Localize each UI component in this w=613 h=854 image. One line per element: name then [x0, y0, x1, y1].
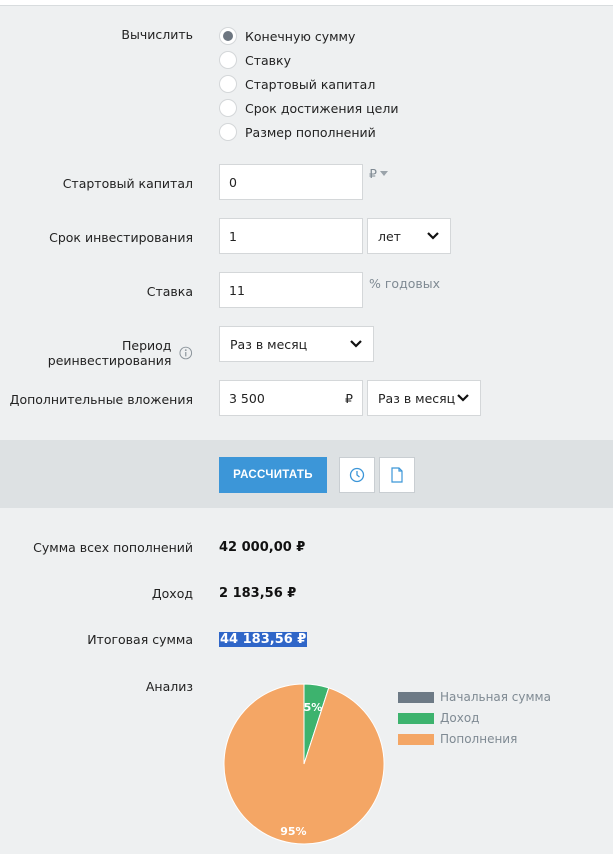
reinvest-select[interactable]: Раз в месяц — [219, 326, 374, 362]
currency-dropdown[interactable]: ₽ — [369, 166, 388, 181]
extra-currency: ₽ — [345, 390, 353, 406]
reinvest-label-row: Период реинвестирования — [0, 338, 193, 368]
chevron-down-icon — [350, 340, 362, 348]
radio-button[interactable] — [219, 51, 237, 69]
calc-option-row[interactable]: Размер пополнений — [219, 122, 376, 142]
rate-label: Ставка — [146, 284, 193, 299]
calc-option-row[interactable]: Конечную сумму — [219, 26, 355, 46]
calc-option-label: Конечную сумму — [245, 28, 356, 44]
radio-button[interactable] — [219, 75, 237, 93]
extra-period-select[interactable]: Раз в месяц — [367, 380, 481, 416]
final-value: 44 183,56 ₽ — [219, 632, 308, 647]
pie-data-label: 95% — [280, 825, 306, 838]
term-unit-select[interactable]: лет — [367, 218, 451, 254]
extra-label: Дополнительные вложения — [9, 392, 193, 407]
calc-option-label: Ставку — [245, 52, 291, 68]
start-capital-label: Стартовый капитал — [62, 176, 193, 191]
document-icon — [391, 467, 403, 483]
reinvest-label: Период реинвестирования — [47, 338, 172, 368]
term-label: Срок инвестирования — [49, 230, 193, 245]
legend-swatch — [398, 691, 434, 703]
calc-option-row[interactable]: Ставку — [219, 50, 291, 70]
pie-data-label: 5% — [304, 701, 323, 714]
history-button[interactable] — [339, 457, 375, 493]
income-value: 2 183,56 ₽ — [219, 586, 297, 601]
calc-option-label: Стартовый капитал — [245, 76, 376, 92]
calc-option-label: Размер пополнений — [245, 124, 376, 140]
total-contrib-label: Сумма всех пополнений — [33, 540, 193, 555]
legend-label: Доход — [440, 711, 480, 725]
radio-button[interactable] — [219, 99, 237, 117]
final-label: Итоговая сумма — [87, 632, 193, 647]
legend-label: Начальная сумма — [440, 690, 551, 704]
calc-option-row[interactable]: Стартовый капитал — [219, 74, 375, 94]
term-input[interactable]: 1 — [219, 218, 363, 254]
rate-suffix: % годовых — [369, 276, 440, 291]
chevron-down-icon — [427, 232, 439, 240]
chevron-down-icon — [457, 394, 469, 402]
calculate-button[interactable]: РАССЧИТАТЬ — [219, 457, 327, 493]
currency-symbol: ₽ — [369, 166, 377, 181]
caret-down-icon — [379, 170, 388, 176]
analysis-label: Анализ — [145, 679, 193, 694]
rate-input[interactable]: 11 — [219, 272, 363, 308]
total-contrib-value: 42 000,00 ₽ — [219, 540, 306, 555]
legend-item[interactable]: Доход — [398, 711, 479, 725]
clock-icon — [349, 467, 365, 483]
legend-swatch — [398, 733, 434, 745]
legend-item[interactable]: Пополнения — [398, 732, 517, 746]
legend-label: Пополнения — [440, 732, 518, 746]
legend-swatch — [398, 712, 434, 724]
analysis-pie-chart: 5% 95% — [223, 683, 385, 845]
document-button[interactable] — [379, 457, 415, 493]
top-divider — [0, 0, 613, 6]
legend-item[interactable]: Начальная сумма — [398, 690, 551, 704]
calc-option-row[interactable]: Срок достижения цели — [219, 98, 398, 118]
calc-label: Вычислить — [121, 27, 193, 42]
info-icon[interactable] — [179, 346, 193, 360]
income-label: Доход — [151, 586, 193, 601]
start-capital-input[interactable]: 0 — [219, 164, 363, 200]
radio-button[interactable] — [219, 27, 237, 45]
radio-button[interactable] — [219, 123, 237, 141]
calc-option-label: Срок достижения цели — [245, 100, 399, 116]
extra-input[interactable]: 3 500 ₽ — [219, 380, 363, 416]
